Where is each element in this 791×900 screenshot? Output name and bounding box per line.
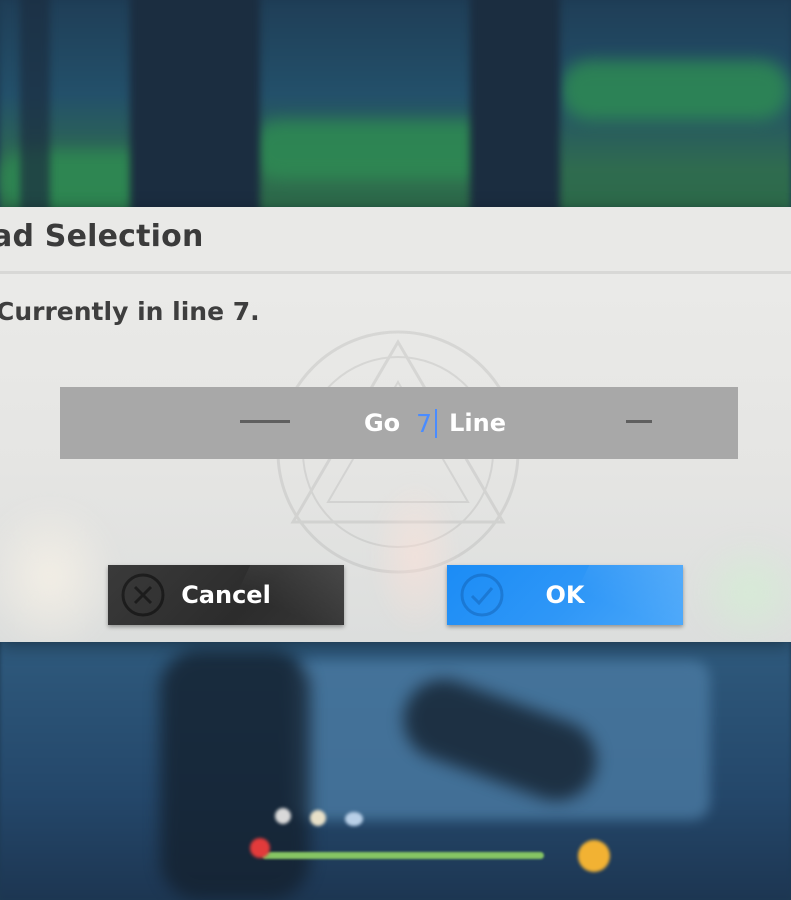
increment-minus-icon[interactable] [626, 420, 652, 423]
hud-item-icon [310, 810, 326, 826]
hud-sun-icon [578, 840, 610, 872]
load-selection-dialog: ad Selection Currently in line 7. Go 7 L… [0, 207, 791, 642]
line-number-spinner: Go 7 Line [60, 387, 738, 459]
spinner-text: Go 7 Line [320, 405, 550, 441]
hud-item-icon [345, 812, 363, 826]
background-glow [690, 537, 791, 642]
decrement-minus-icon[interactable] [240, 420, 290, 423]
spinner-suffix: Line [449, 409, 507, 437]
ok-button[interactable]: OK [447, 565, 683, 625]
tree-trunk [470, 0, 560, 220]
x-circle-icon [121, 573, 165, 617]
grass-patch [560, 60, 790, 120]
spinner-prefix: Go [363, 409, 401, 437]
check-circle-icon [460, 573, 504, 617]
dialog-title: ad Selection [0, 219, 204, 254]
tree-shadow [160, 650, 310, 900]
background-glow [0, 497, 120, 642]
cancel-label: Cancel [181, 581, 271, 609]
health-bar [262, 852, 544, 859]
tree-trunk [20, 0, 50, 220]
line-number-input[interactable]: 7 [416, 408, 438, 438]
cancel-button[interactable]: Cancel [108, 565, 344, 625]
dialog-message: Currently in line 7. [0, 297, 260, 326]
hud-heart-icon [250, 838, 270, 858]
dialog-header: ad Selection [0, 207, 791, 274]
ok-label: OK [545, 581, 585, 609]
tree-trunk [130, 0, 260, 220]
hud-item-icon [275, 808, 291, 824]
